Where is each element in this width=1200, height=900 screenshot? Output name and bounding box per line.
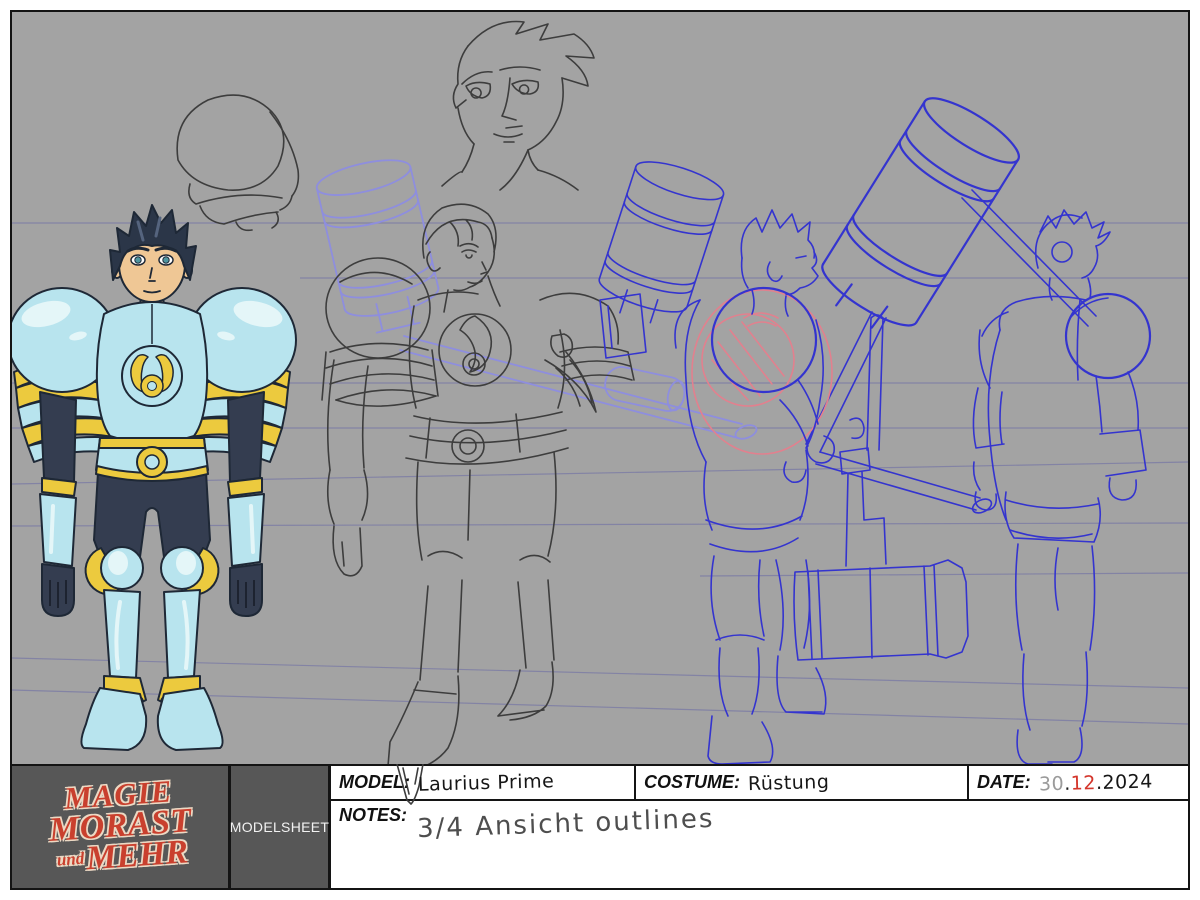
date-field: DATE: 30.12.2024 — [969, 766, 1188, 799]
magie-morast-und-mehr-logo: MAGIE MORAST undMEHR — [46, 777, 195, 878]
model-value: Laurius Prime — [418, 770, 555, 796]
date-year: 2024 — [1102, 770, 1153, 793]
model-field: MODEL: Laurius Prime — [331, 766, 636, 799]
info-form-row: MODEL: Laurius Prime COSTUME: Rüstung DA… — [331, 766, 1188, 801]
costume-value: Rüstung — [748, 770, 830, 794]
notes-value: 3/4 Ansicht outlines — [417, 804, 715, 844]
notes-label: NOTES: — [339, 805, 407, 826]
logo-mehr: MEHR — [85, 834, 189, 878]
logo-panel: MAGIE MORAST undMEHR — [12, 766, 231, 888]
hammer-sketch-purple — [314, 153, 759, 441]
logo-und: und — [56, 849, 85, 870]
sheet-type-label: MODELSHEET — [231, 766, 331, 888]
info-bar: MAGIE MORAST undMEHR MODELSHEET MODEL: L… — [12, 764, 1188, 888]
date-month: 12 — [1070, 772, 1096, 795]
date-label: DATE: — [977, 772, 1031, 793]
date-value: 30.12.2024 — [1038, 770, 1152, 795]
artwork — [12, 12, 1188, 764]
model-label: MODEL: — [339, 772, 410, 793]
costume-label: COSTUME: — [644, 772, 740, 793]
date-day: 30 — [1038, 772, 1064, 795]
notes-field: NOTES: 3/4 Ansicht outlines — [331, 801, 1188, 888]
info-form: MODEL: Laurius Prime COSTUME: Rüstung DA… — [331, 766, 1188, 888]
costume-field: COSTUME: Rüstung — [636, 766, 969, 799]
colored-character-front-view — [12, 205, 296, 750]
pauldron-study-sketch — [177, 95, 298, 230]
model-sheet: MAGIE MORAST undMEHR MODELSHEET MODEL: L… — [10, 10, 1190, 890]
drawing-canvas — [12, 12, 1188, 764]
hammer-sketch-top-right — [806, 88, 1027, 516]
rough-sketch-side-view — [675, 210, 834, 764]
lineart-character-three-quarter-view — [322, 204, 634, 764]
hammer-sketch-top-middle — [591, 154, 727, 358]
head-study-sketch — [442, 22, 594, 191]
rough-sketch-back-view — [962, 190, 1150, 764]
